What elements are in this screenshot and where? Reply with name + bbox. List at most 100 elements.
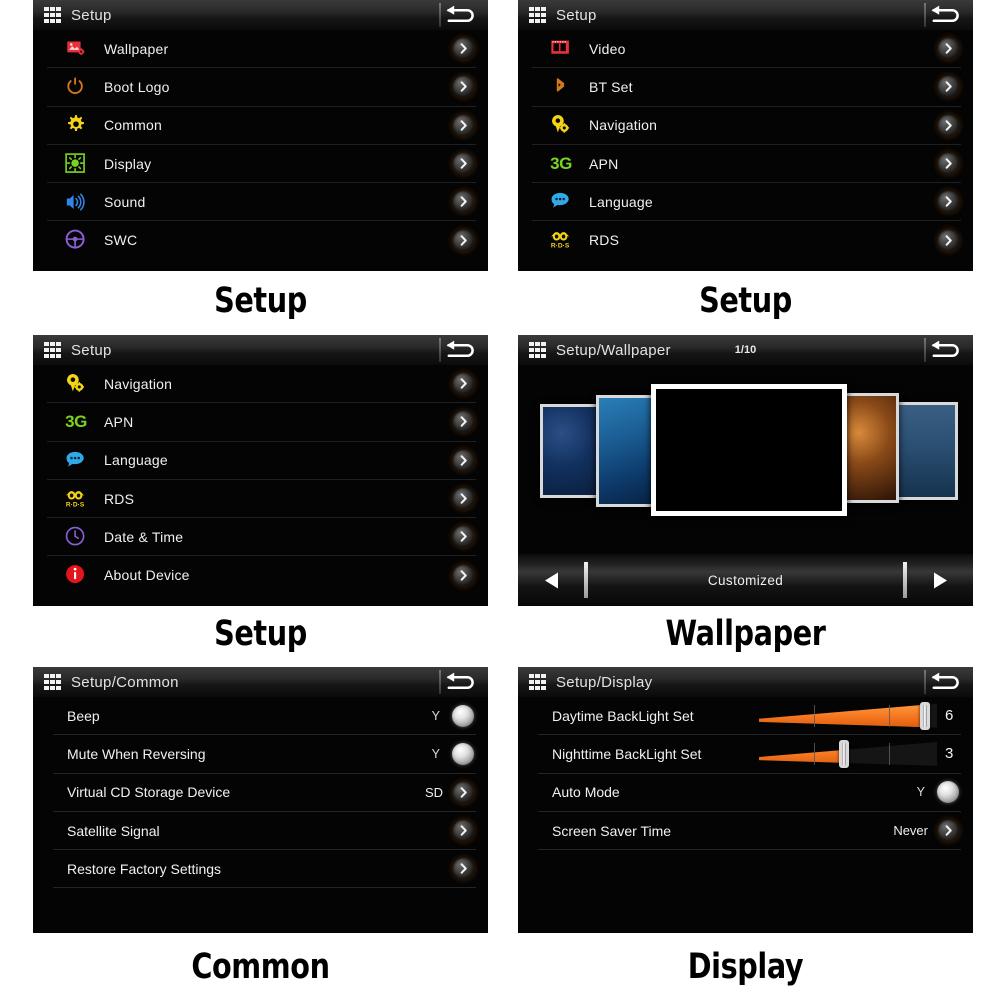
menu-item-apn[interactable]: 3G APN [47, 403, 476, 442]
navigation-pin-icon [546, 112, 576, 138]
setting-label: Mute When Reversing [67, 745, 206, 762]
back-button[interactable] [925, 0, 967, 30]
chevron-right-icon[interactable] [453, 229, 474, 251]
menu-item-language[interactable]: Language [532, 183, 961, 222]
chevron-right-icon[interactable] [453, 38, 474, 60]
setting-label: Beep [67, 707, 100, 724]
chevron-right-icon[interactable] [938, 229, 959, 251]
device-screen-setup-page-2: Setup Video BT Set Navigation 3G APN Language R… [518, 0, 973, 271]
menu-item-label: APN [104, 413, 134, 430]
wallpaper-thumb-3[interactable] [651, 384, 847, 516]
slider-group[interactable]: 6 [759, 701, 961, 731]
menu-item-video[interactable]: Video [532, 30, 961, 69]
setting-row-restore-factory-settings[interactable]: Restore Factory Settings [53, 850, 476, 889]
menu-item-navigation[interactable]: Navigation [532, 107, 961, 145]
chevron-right-icon[interactable] [453, 114, 474, 136]
backlight-slider[interactable] [759, 701, 937, 730]
setting-row-daytime-backlight-set[interactable]: Daytime BackLight Set 6 [538, 697, 961, 736]
menu-item-boot-logo[interactable]: Boot Logo [47, 68, 476, 107]
chevron-right-icon[interactable] [453, 449, 474, 471]
setting-row-virtual-cd-storage-device[interactable]: Virtual CD Storage Device SD [53, 774, 476, 812]
menu-item-swc[interactable]: SWC [47, 221, 476, 258]
chevron-right-icon[interactable] [938, 114, 959, 136]
setting-row-satellite-signal[interactable]: Satellite Signal [53, 812, 476, 851]
slider-thumb[interactable] [919, 701, 930, 730]
chevron-right-icon[interactable] [453, 373, 474, 395]
toggle-group[interactable]: Y [432, 742, 476, 765]
back-button[interactable] [925, 667, 967, 697]
screen-header: Setup [518, 0, 973, 30]
toggle-group[interactable]: Y [432, 704, 476, 727]
back-button[interactable] [440, 335, 482, 365]
navigation-pin-icon [61, 371, 91, 397]
screen-title: Setup [556, 6, 597, 24]
brightness-icon [61, 151, 91, 177]
setting-row-screen-saver-time[interactable]: Screen Saver Time Never [538, 812, 961, 851]
chevron-right-icon[interactable] [938, 153, 959, 175]
app-grid-icon[interactable] [529, 673, 546, 691]
menu-item-display[interactable]: Display [47, 145, 476, 184]
menu-item-rds[interactable]: R·D·S RDS [47, 480, 476, 519]
screen-header: Setup/Wallpaper 1/10 [518, 335, 973, 365]
slider-thumb[interactable] [839, 739, 850, 768]
wallpaper-carousel[interactable] [518, 365, 973, 548]
next-button[interactable] [907, 571, 973, 590]
setting-label: Screen Saver Time [552, 822, 672, 839]
toggle-knob-icon[interactable] [937, 781, 959, 804]
menu-item-about-device[interactable]: About Device [47, 556, 476, 593]
backlight-slider[interactable] [759, 739, 937, 768]
screen-title: Setup [71, 341, 112, 359]
wallpaper-thumb-5[interactable] [890, 402, 958, 500]
menu-item-sound[interactable]: Sound [47, 183, 476, 222]
menu-item-wallpaper[interactable]: Wallpaper [47, 30, 476, 69]
menu-item-label: SWC [104, 232, 138, 249]
chevron-right-icon[interactable] [938, 76, 959, 98]
menu-item-rds[interactable]: R·D·S RDS [532, 221, 961, 258]
chevron-right-icon[interactable] [938, 191, 959, 213]
setting-value: 3 [945, 745, 954, 763]
wallpaper-source-button[interactable]: Customized [588, 573, 903, 588]
app-grid-icon[interactable] [529, 341, 546, 359]
back-button[interactable] [925, 335, 967, 365]
previous-button[interactable] [518, 571, 584, 590]
chevron-right-icon[interactable] [453, 76, 474, 98]
chevron-right-icon[interactable] [453, 781, 474, 803]
setting-value: 6 [945, 707, 954, 725]
back-button[interactable] [440, 0, 482, 30]
device-screen-wallpaper-page: Setup/Wallpaper 1/10 Customized [518, 335, 973, 606]
toggle-knob-icon[interactable] [452, 704, 474, 727]
screen-title: Setup/Wallpaper [556, 341, 671, 359]
chevron-right-icon[interactable] [453, 191, 474, 213]
chevron-right-icon[interactable] [453, 153, 474, 175]
setting-row-beep[interactable]: Beep Y [53, 697, 476, 736]
chevron-right-icon[interactable] [453, 564, 474, 586]
app-grid-icon[interactable] [44, 673, 61, 691]
app-grid-icon[interactable] [44, 341, 61, 359]
menu-item-date-time[interactable]: Date & Time [47, 518, 476, 557]
setting-row-auto-mode[interactable]: Auto Mode Y [538, 774, 961, 812]
setting-row-mute-when-reversing[interactable]: Mute When Reversing Y [53, 735, 476, 774]
setting-row-nighttime-backlight-set[interactable]: Nighttime BackLight Set 3 [538, 735, 961, 774]
chevron-right-icon[interactable] [453, 488, 474, 510]
chevron-right-icon[interactable] [938, 38, 959, 60]
chevron-right-icon[interactable] [453, 411, 474, 433]
chevron-right-icon[interactable] [453, 526, 474, 548]
svg-text:R·D·S: R·D·S [66, 501, 85, 508]
menu-item-bt-set[interactable]: BT Set [532, 68, 961, 107]
menu-item-apn[interactable]: 3G APN [532, 145, 961, 184]
chevron-right-icon[interactable] [453, 858, 474, 880]
menu-item-navigation[interactable]: Navigation [47, 365, 476, 404]
app-grid-icon[interactable] [529, 6, 546, 24]
app-grid-icon[interactable] [44, 6, 61, 24]
panel-caption-common-page: Common [191, 947, 330, 987]
device-screen-display-page: Setup/Display Daytime BackLight Set 6 Night… [518, 667, 973, 933]
chevron-right-icon[interactable] [453, 820, 474, 842]
back-button[interactable] [440, 667, 482, 697]
chevron-right-icon[interactable] [938, 820, 959, 842]
toggle-group[interactable]: Y [917, 781, 961, 804]
menu-item-language[interactable]: Language [47, 442, 476, 480]
toggle-knob-icon[interactable] [452, 742, 474, 765]
slider-group[interactable]: 3 [759, 739, 961, 769]
speaker-icon [61, 189, 91, 215]
menu-item-common[interactable]: Common [47, 107, 476, 145]
